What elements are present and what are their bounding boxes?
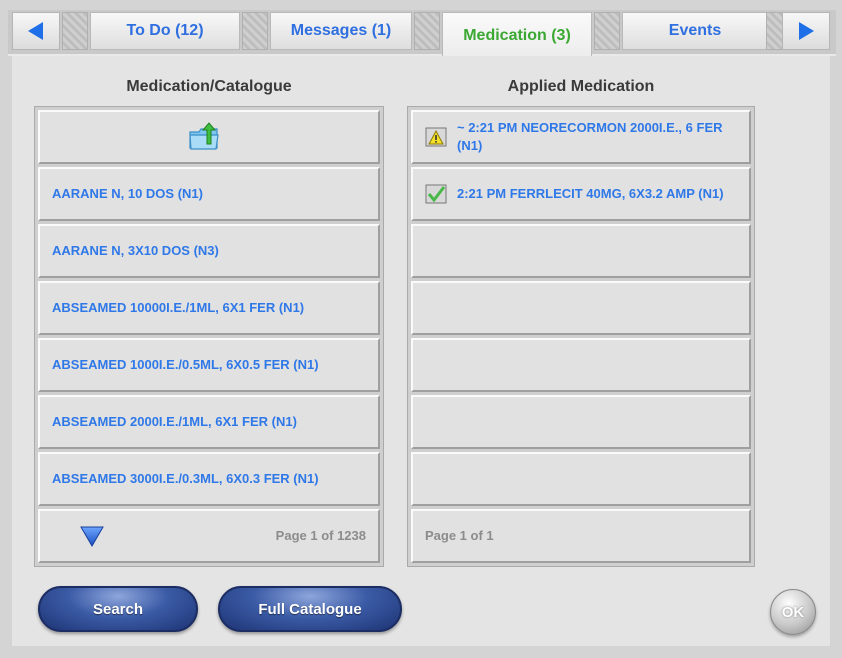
warning-icon — [425, 127, 447, 147]
catalogue-item[interactable]: AARANE N, 3X10 DOS (N3) — [38, 224, 380, 278]
tab-medication[interactable]: Medication (3) — [442, 12, 592, 58]
empty-row — [411, 281, 751, 335]
folder-up-button[interactable] — [38, 110, 380, 164]
scroll-down-button[interactable] — [52, 525, 132, 547]
catalogue-item[interactable]: ABSEAMED 10000I.E./1ML, 6X1 FER (N1) — [38, 281, 380, 335]
applied-item[interactable]: ~ 2:21 PM NEORECORMON 2000I.E., 6 FER (N… — [411, 110, 751, 164]
prev-tab-button[interactable] — [12, 12, 60, 50]
tab-separator — [242, 12, 268, 50]
applied-pager: Page 1 of 1 — [425, 528, 494, 543]
tab-todo[interactable]: To Do (12) — [90, 12, 240, 50]
tab-events[interactable]: Events — [622, 12, 768, 50]
applied-list: ~ 2:21 PM NEORECORMON 2000I.E., 6 FER (N… — [407, 106, 755, 567]
catalogue-item[interactable]: ABSEAMED 1000I.E./0.5ML, 6X0.5 FER (N1) — [38, 338, 380, 392]
catalogue-footer: Page 1 of 1238 — [38, 509, 380, 563]
ok-button[interactable]: OK — [770, 589, 816, 635]
tab-separator — [414, 12, 440, 50]
empty-row — [411, 452, 751, 506]
applied-title: Applied Medication — [507, 78, 655, 95]
catalogue-list: AARANE N, 10 DOS (N1) AARANE N, 3X10 DOS… — [34, 106, 384, 567]
applied-item-label: 2:21 PM FERRLECIT 40MG, 6X3.2 AMP (N1) — [457, 186, 724, 201]
empty-row — [411, 224, 751, 278]
applied-footer: Page 1 of 1 — [411, 509, 751, 563]
applied-item[interactable]: 2:21 PM FERRLECIT 40MG, 6X3.2 AMP (N1) — [411, 167, 751, 221]
checkmark-icon — [425, 184, 447, 204]
tab-bar: To Do (12) Messages (1) Medication (3) E… — [0, 0, 842, 60]
triangle-left-icon — [28, 22, 43, 40]
triangle-right-icon — [799, 22, 814, 40]
catalogue-item[interactable]: ABSEAMED 3000I.E./0.3ML, 6X0.3 FER (N1) — [38, 452, 380, 506]
triangle-down-icon — [80, 526, 104, 547]
applied-item-label: ~ 2:21 PM NEORECORMON 2000I.E., 6 FER (N… — [457, 120, 723, 153]
full-catalogue-button[interactable]: Full Catalogue — [218, 586, 402, 632]
tab-messages[interactable]: Messages (1) — [270, 12, 412, 50]
tab-separator — [594, 12, 620, 50]
folder-up-icon — [187, 122, 221, 152]
empty-row — [411, 338, 751, 392]
catalogue-item[interactable]: AARANE N, 10 DOS (N1) — [38, 167, 380, 221]
tab-separator — [62, 12, 88, 50]
empty-row — [411, 395, 751, 449]
next-tab-button[interactable] — [782, 12, 830, 50]
catalogue-item[interactable]: ABSEAMED 2000I.E./1ML, 6X1 FER (N1) — [38, 395, 380, 449]
catalogue-title: Medication/Catalogue — [126, 78, 292, 95]
catalogue-pager: Page 1 of 1238 — [275, 528, 366, 543]
search-button[interactable]: Search — [38, 586, 198, 632]
